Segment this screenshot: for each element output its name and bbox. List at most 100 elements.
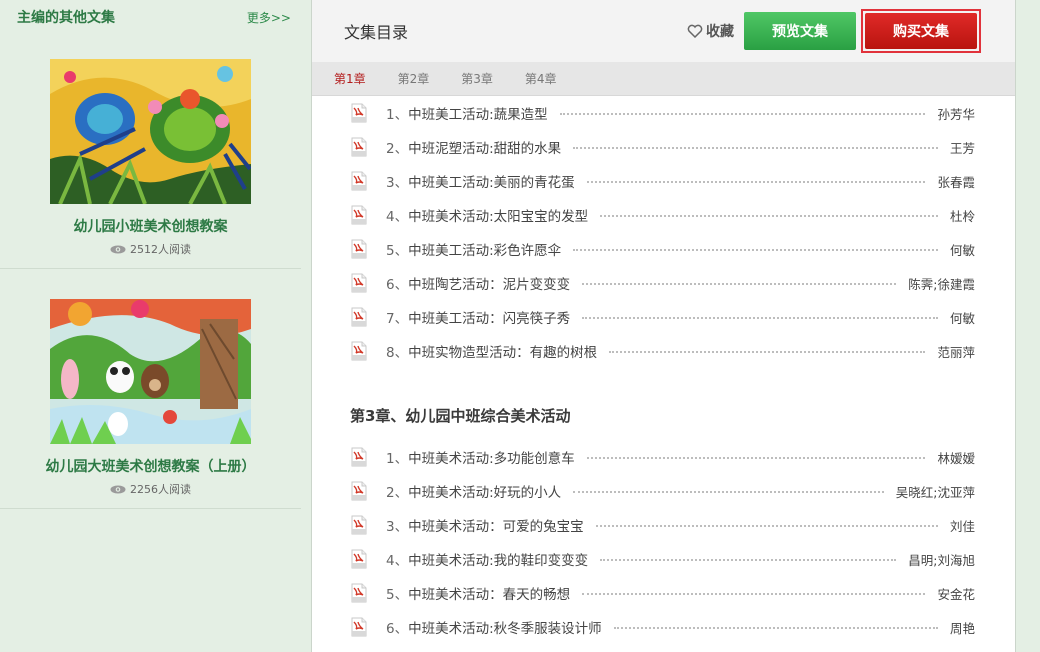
page-title: 文集目录 xyxy=(344,23,409,42)
heart-icon xyxy=(687,24,703,38)
buy-button[interactable]: 购买文集 xyxy=(865,13,977,49)
article-row[interactable]: 1、 中班美术活动:多功能创意车 林嫒嫒 xyxy=(350,440,975,474)
article-title[interactable]: 中班美工活动:美丽的青花蛋 xyxy=(408,171,575,191)
read-count-text: 2512人阅读 xyxy=(130,243,191,256)
article-list: 1、 中班美工活动:蔬果造型 孙芳华 2、 中班泥塑活动:甜甜的水果 王芳 3、 中班美工活动… xyxy=(312,96,1015,368)
article-row[interactable]: 1、 中班美工活动:蔬果造型 孙芳华 xyxy=(350,96,975,130)
book-card[interactable]: 幼儿园小班美术创想教案 2512人阅读 xyxy=(0,34,301,269)
more-link[interactable]: 更多>> xyxy=(247,9,291,26)
leader-dots xyxy=(586,181,926,183)
article-list: 1、 中班美术活动:多功能创意车 林嫒嫒 2、 中班美术活动:好玩的小人 吴晓红;沈亚萍 3… xyxy=(312,440,1015,644)
pdf-icon xyxy=(351,549,367,569)
article-number: 5、 xyxy=(386,243,409,259)
article-row[interactable]: 5、 中班美术活动：春天的畅想 安金花 xyxy=(350,576,975,610)
leader-dots xyxy=(582,317,938,319)
favorite-button[interactable]: 收藏 xyxy=(687,21,734,41)
article-author: 吴晓红;沈亚萍 xyxy=(895,484,975,500)
article-author: 何敏 xyxy=(949,242,975,258)
article-row[interactable]: 3、 中班美工活动:美丽的青花蛋 张春霞 xyxy=(350,164,975,198)
read-count-text: 2256人阅读 xyxy=(130,483,191,496)
article-title[interactable]: 中班美术活动：春天的畅想 xyxy=(408,583,570,603)
pdf-icon xyxy=(351,273,367,293)
article-author: 杜柃 xyxy=(949,208,975,224)
article-title[interactable]: 中班陶艺活动：泥片变变变 xyxy=(408,273,570,293)
article-title[interactable]: 中班美术活动:好玩的小人 xyxy=(408,481,561,501)
book-title[interactable]: 幼儿园大班美术创想教案（上册） xyxy=(0,456,301,476)
leader-dots xyxy=(613,627,938,629)
article-row[interactable]: 2、 中班美术活动:好玩的小人 吴晓红;沈亚萍 xyxy=(350,474,975,508)
pdf-icon xyxy=(351,481,367,501)
article-number: 1、 xyxy=(386,107,409,123)
read-count: 2256人阅读 xyxy=(0,481,301,497)
tab-chapter-3[interactable]: 第3章 xyxy=(461,70,493,87)
pdf-icon xyxy=(351,137,367,157)
chapter-heading: 第3章、幼儿园中班综合美术活动 xyxy=(350,406,571,425)
article-number: 2、 xyxy=(386,485,409,501)
leader-dots xyxy=(573,147,938,149)
article-author: 刘佳 xyxy=(949,518,975,534)
article-number: 4、 xyxy=(386,209,409,225)
leader-dots xyxy=(595,525,938,527)
leader-dots xyxy=(600,215,938,217)
article-author: 范丽萍 xyxy=(937,344,975,360)
article-title[interactable]: 中班美术活动:我的鞋印变变变 xyxy=(408,549,588,569)
article-row[interactable]: 6、 中班美术活动:秋冬季服装设计师 周艳 xyxy=(350,610,975,644)
main-header: 文集目录 收藏 预览文集 购买文集 xyxy=(312,0,1015,62)
pdf-icon xyxy=(351,239,367,259)
tab-chapter-4[interactable]: 第4章 xyxy=(525,70,557,87)
article-number: 3、 xyxy=(386,519,409,535)
book-card[interactable]: 幼儿园大班美术创想教案（上册） 2256人阅读 xyxy=(0,269,301,509)
eye-icon xyxy=(110,485,126,493)
article-number: 4、 xyxy=(386,553,409,569)
article-number: 1、 xyxy=(386,451,409,467)
buy-button-frame: 购买文集 xyxy=(861,9,981,53)
article-number: 6、 xyxy=(386,277,409,293)
favorite-label: 收藏 xyxy=(706,24,734,40)
book-cover-crab-painting[interactable] xyxy=(50,59,251,204)
article-author: 安金花 xyxy=(937,586,975,602)
article-title[interactable]: 中班美术活动:秋冬季服装设计师 xyxy=(408,617,602,637)
article-title[interactable]: 中班美工活动:蔬果造型 xyxy=(408,103,548,123)
article-number: 3、 xyxy=(386,175,409,191)
pdf-icon xyxy=(351,341,367,361)
article-title[interactable]: 中班美工活动:彩色许愿伞 xyxy=(408,239,561,259)
article-row[interactable]: 3、 中班美术活动：可爱的兔宝宝 刘佳 xyxy=(350,508,975,542)
article-row[interactable]: 5、 中班美工活动:彩色许愿伞 何敏 xyxy=(350,232,975,266)
article-number: 8、 xyxy=(386,345,409,361)
article-number: 6、 xyxy=(386,621,409,637)
article-author: 何敏 xyxy=(949,310,975,326)
sidebar: 主编的其他文集 更多>> 幼儿园小班美术创想教案 2512人阅读 幼儿园大班美术… xyxy=(0,0,301,652)
book-title[interactable]: 幼儿园小班美术创想教案 xyxy=(0,216,301,236)
tab-chapter-2[interactable]: 第2章 xyxy=(398,70,430,87)
article-title[interactable]: 中班美术活动:多功能创意车 xyxy=(408,447,575,467)
article-title[interactable]: 中班美术活动：可爱的兔宝宝 xyxy=(408,515,584,535)
article-row[interactable]: 7、 中班美工活动：闪亮筷子秀 何敏 xyxy=(350,300,975,334)
article-title[interactable]: 中班泥塑活动:甜甜的水果 xyxy=(408,137,561,157)
article-title[interactable]: 中班美术活动:太阳宝宝的发型 xyxy=(408,205,588,225)
article-author: 昌明;刘海旭 xyxy=(908,552,975,568)
article-row[interactable]: 4、 中班美术活动:太阳宝宝的发型 杜柃 xyxy=(350,198,975,232)
tab-chapter-1[interactable]: 第1章 xyxy=(334,70,366,87)
article-number: 2、 xyxy=(386,141,409,157)
article-row[interactable]: 4、 中班美术活动:我的鞋印变变变 昌明;刘海旭 xyxy=(350,542,975,576)
article-row[interactable]: 2、 中班泥塑活动:甜甜的水果 王芳 xyxy=(350,130,975,164)
leader-dots xyxy=(609,351,926,353)
leader-dots xyxy=(586,457,926,459)
article-author: 陈霁;徐建霞 xyxy=(908,276,975,292)
pdf-icon xyxy=(351,171,367,191)
article-title[interactable]: 中班美工活动：闪亮筷子秀 xyxy=(408,307,570,327)
read-count: 2512人阅读 xyxy=(0,241,301,257)
pdf-icon xyxy=(351,447,367,467)
article-row[interactable]: 8、 中班实物造型活动：有趣的树根 范丽萍 xyxy=(350,334,975,368)
pdf-icon xyxy=(351,617,367,637)
leader-dots xyxy=(559,113,926,115)
preview-button[interactable]: 预览文集 xyxy=(744,12,856,50)
article-title[interactable]: 中班实物造型活动：有趣的树根 xyxy=(408,341,597,361)
leader-dots xyxy=(573,249,938,251)
article-row[interactable]: 6、 中班陶艺活动：泥片变变变 陈霁;徐建霞 xyxy=(350,266,975,300)
leader-dots xyxy=(582,593,926,595)
article-author: 张春霞 xyxy=(937,174,975,190)
leader-dots xyxy=(573,491,884,493)
article-author: 王芳 xyxy=(949,140,975,156)
book-cover-paper-craft[interactable] xyxy=(50,299,251,444)
